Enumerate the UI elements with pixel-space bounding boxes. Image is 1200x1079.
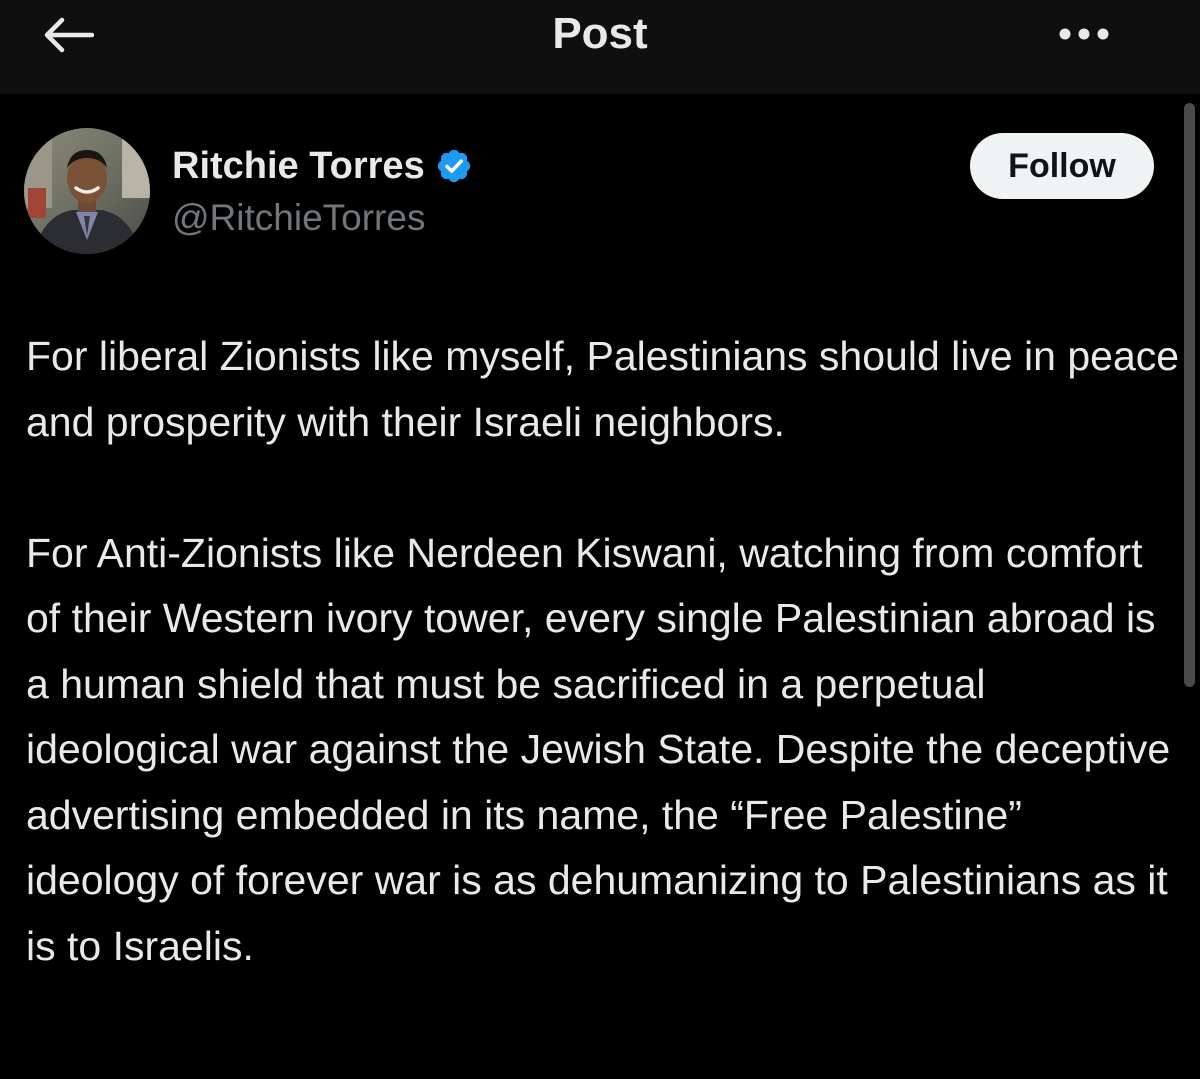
author-name-row[interactable]: Ritchie Torres [172,140,473,192]
author-name: Ritchie Torres [172,145,425,187]
follow-button[interactable]: Follow [970,133,1154,199]
page-title: Post [552,9,648,58]
post-paragraph: For liberal Zionists like myself, Palest… [26,333,1180,445]
author-handle[interactable]: @RitchieTorres [172,194,425,242]
more-horizontal-icon [1059,28,1109,40]
post-text: For liberal Zionists like myself, Palest… [26,324,1186,979]
back-button[interactable] [36,10,100,60]
avatar-image [24,128,150,254]
top-bar: Post [0,0,1200,94]
post-paragraph: For Anti-Zionists like Nerdeen Kiswani, … [26,529,1171,969]
avatar[interactable] [24,128,150,254]
more-options-button[interactable] [1052,14,1116,54]
arrow-left-icon [44,17,94,53]
verified-badge-icon [437,149,470,183]
